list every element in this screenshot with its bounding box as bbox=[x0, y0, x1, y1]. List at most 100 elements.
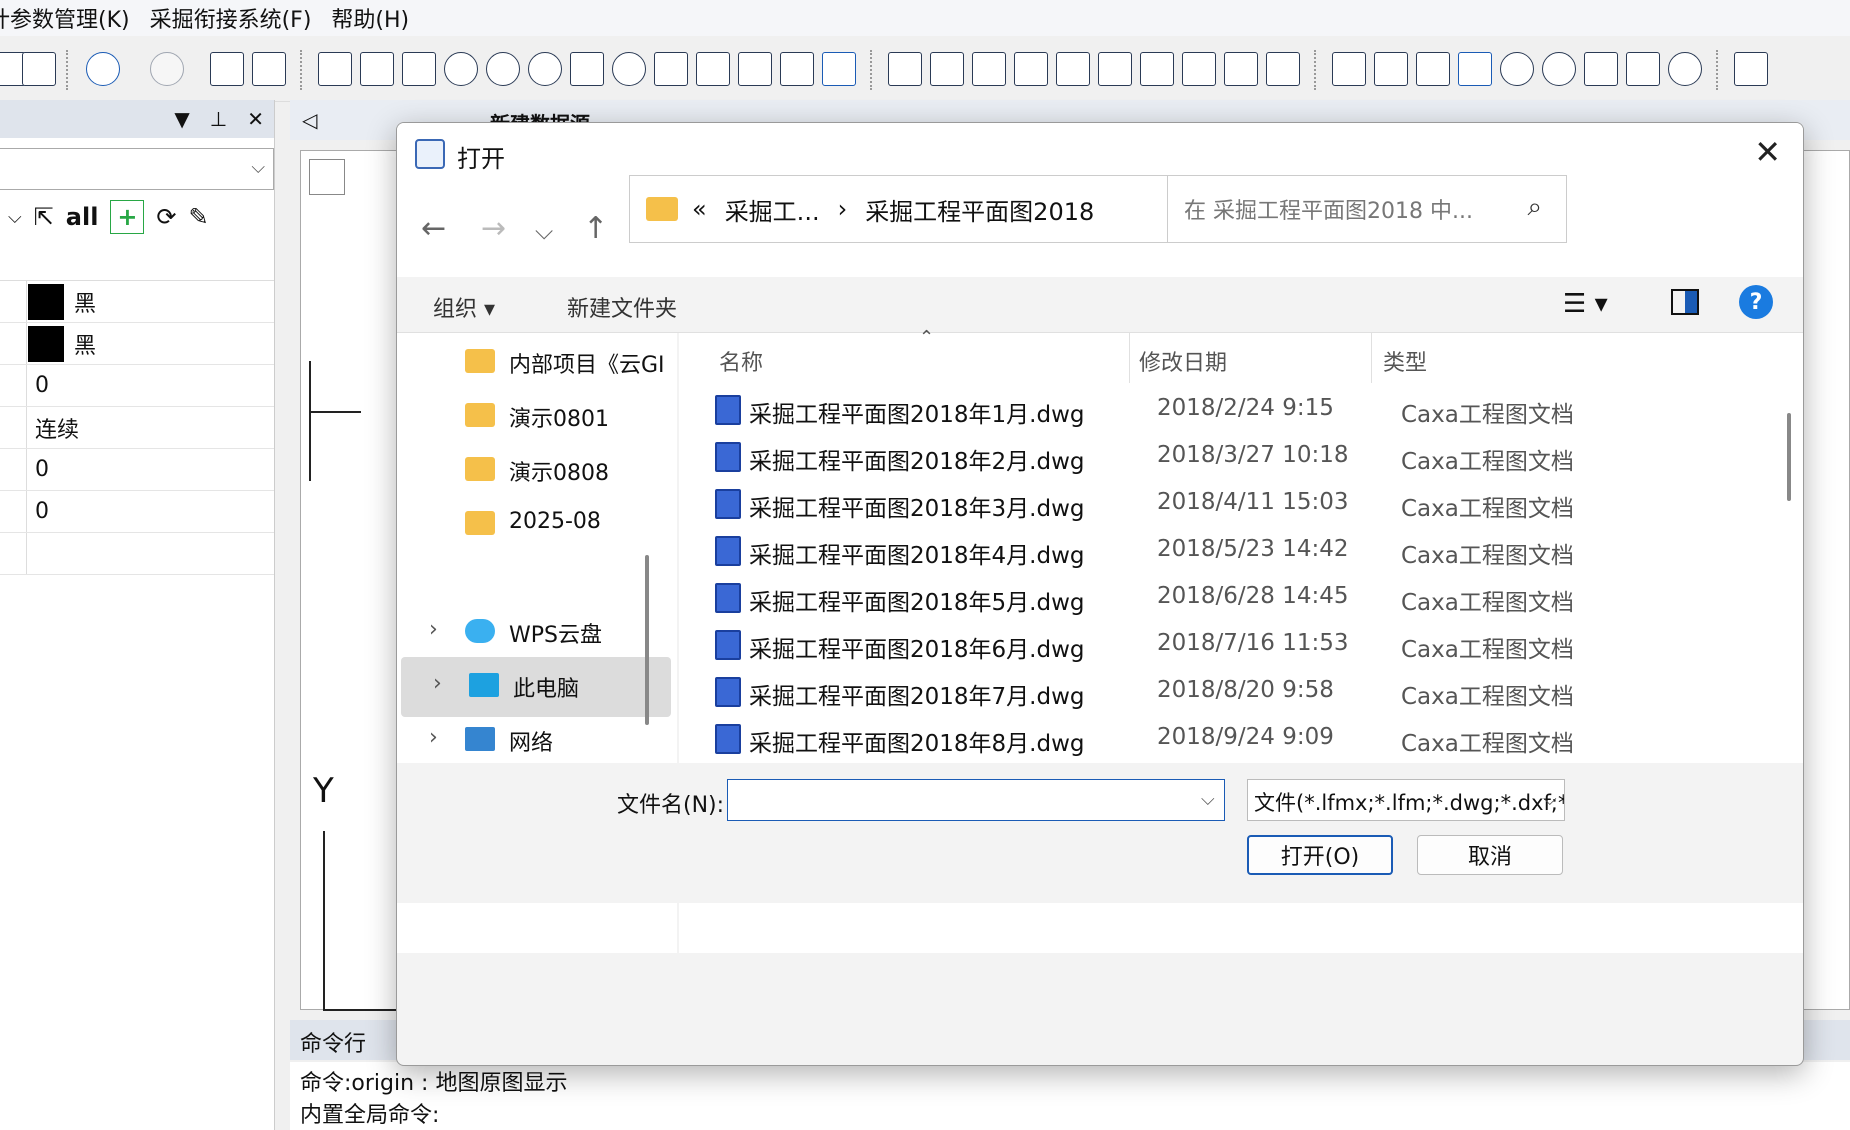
property-row[interactable]: 黑 bbox=[0, 323, 274, 365]
nav-item-wps[interactable]: › WPS云盘 bbox=[397, 603, 667, 663]
window-icon[interactable] bbox=[318, 52, 352, 86]
nav-item[interactable]: 内部项目《云GI bbox=[397, 333, 667, 393]
filetype-select[interactable]: 文件(*.lfmx;*.lfm;*.dwg;*.dxf;*. bbox=[1247, 779, 1565, 821]
preview-pane-icon[interactable] bbox=[1671, 289, 1699, 315]
menu-mining-link[interactable]: 采掘衔接系统(F) bbox=[150, 2, 332, 34]
column-date[interactable]: 修改日期 bbox=[1139, 345, 1227, 377]
chevron-down-icon[interactable]: ⌵ bbox=[1543, 789, 1557, 810]
up-arrow-icon[interactable]: ↑ bbox=[583, 211, 608, 246]
tab-scroll-left-icon[interactable]: ◁ bbox=[302, 108, 317, 132]
pan-hand-icon[interactable] bbox=[360, 52, 394, 86]
column-type[interactable]: 类型 bbox=[1383, 345, 1427, 377]
copy-shape-icon[interactable] bbox=[1098, 52, 1132, 86]
file-row[interactable]: 采掘工程平面图2018年2月.dwg 2018/3/27 10:18 Caxa工程图… bbox=[679, 432, 1769, 480]
property-row[interactable]: 0 bbox=[0, 449, 274, 491]
back-arrow-icon[interactable]: ← bbox=[421, 211, 446, 246]
pin-icon[interactable]: ⊥ bbox=[210, 107, 227, 131]
file-row[interactable]: 采掘工程平面图2018年7月.dwg 2018/8/20 9:58 Caxa工程图文… bbox=[679, 667, 1769, 715]
file-row[interactable]: 采掘工程平面图2018年6月.dwg 2018/7/16 11:53 Caxa工程图… bbox=[679, 620, 1769, 668]
dimension-icon[interactable] bbox=[1332, 52, 1366, 86]
select-icon[interactable]: ⇱ bbox=[34, 203, 54, 231]
property-row[interactable]: 连续 bbox=[0, 407, 274, 449]
file-list-vertical-scrollbar[interactable] bbox=[1787, 413, 1791, 501]
refresh-layer-icon[interactable]: ⟳ bbox=[156, 203, 176, 231]
recent-chevron-icon[interactable]: ⌵ bbox=[535, 217, 553, 245]
close-icon[interactable]: ✕ bbox=[1754, 133, 1781, 171]
property-row[interactable]: 黑 bbox=[0, 281, 274, 323]
chevron-down-icon[interactable]: ⌵ bbox=[1201, 789, 1215, 810]
breadcrumb-item[interactable]: 采掘工... bbox=[725, 192, 820, 227]
add-button[interactable]: + bbox=[110, 200, 145, 234]
zoom-window-icon[interactable] bbox=[528, 52, 562, 86]
chevron-right-icon[interactable]: › bbox=[429, 725, 438, 750]
window-close-icon[interactable] bbox=[1734, 52, 1768, 86]
nav-item-this-pc[interactable]: › 此电脑 bbox=[401, 657, 671, 717]
arrange-icon[interactable] bbox=[1140, 52, 1174, 86]
view-list-icon[interactable]: ☰ ▾ bbox=[1563, 289, 1608, 319]
profile-icon[interactable] bbox=[972, 52, 1006, 86]
pointer-icon[interactable] bbox=[402, 52, 436, 86]
nav-scrollbar[interactable] bbox=[645, 555, 649, 725]
breadcrumb-item[interactable]: 采掘工程平面图2018 bbox=[865, 192, 1094, 227]
edit-layer-icon[interactable]: ✎ bbox=[189, 203, 209, 231]
center-point-icon[interactable] bbox=[1668, 52, 1702, 86]
file-row[interactable]: 采掘工程平面图2018年1月.dwg 2018/2/24 9:15 Caxa工程图文… bbox=[679, 385, 1769, 433]
file-row[interactable]: 采掘工程平面图2018年5月.dwg 2018/6/28 14:45 Caxa工程图… bbox=[679, 573, 1769, 621]
grid-icon[interactable] bbox=[780, 52, 814, 86]
cancel-button[interactable]: 取消 bbox=[1417, 835, 1563, 875]
chevron-right-icon[interactable]: › bbox=[429, 617, 438, 642]
edit-note-icon[interactable] bbox=[1266, 52, 1300, 86]
file-row[interactable]: 采掘工程平面图2018年4月.dwg 2018/5/23 14:42 Caxa工程图… bbox=[679, 526, 1769, 574]
menu-help[interactable]: 帮助(H) bbox=[331, 2, 429, 34]
redo-icon[interactable] bbox=[150, 52, 184, 86]
table-icon[interactable] bbox=[822, 52, 856, 86]
undo-icon[interactable] bbox=[86, 52, 120, 86]
hatch-icon[interactable] bbox=[738, 52, 772, 86]
column-divider[interactable] bbox=[1129, 333, 1130, 383]
zoom-out-icon[interactable] bbox=[486, 52, 520, 86]
close-icon[interactable]: ✕ bbox=[247, 107, 264, 131]
nav-item-network[interactable]: › 网络 bbox=[397, 711, 667, 771]
help-icon[interactable]: ? bbox=[1739, 285, 1773, 319]
nav-item[interactable]: 演示0801 bbox=[397, 387, 667, 447]
canvas-tool-icon[interactable] bbox=[309, 159, 345, 195]
property-row[interactable]: 0 bbox=[0, 365, 274, 407]
node-icon[interactable] bbox=[1458, 52, 1492, 86]
circle-icon[interactable] bbox=[1500, 52, 1534, 86]
organize-button[interactable]: 组织 ▾ bbox=[433, 291, 495, 323]
layer-combo[interactable]: ⌵ bbox=[0, 148, 274, 190]
file-row[interactable]: 采掘工程平面图2018年8月.dwg 2018/9/24 9:09 Caxa工程图文… bbox=[679, 714, 1769, 762]
scale-1-1-icon[interactable] bbox=[570, 52, 604, 86]
circle-slash-icon[interactable] bbox=[1542, 52, 1576, 86]
column-divider[interactable] bbox=[1371, 333, 1372, 383]
search-input[interactable]: 在 采掘工程平面图2018 中... ⌕ bbox=[1167, 175, 1567, 243]
triangle-icon[interactable] bbox=[1584, 52, 1618, 86]
send-back-icon[interactable] bbox=[1224, 52, 1258, 86]
angle-icon[interactable] bbox=[1056, 52, 1090, 86]
bring-front-icon[interactable] bbox=[1182, 52, 1216, 86]
measure-area-icon[interactable] bbox=[930, 52, 964, 86]
line-icon[interactable] bbox=[1374, 52, 1408, 86]
measure-length-icon[interactable] bbox=[888, 52, 922, 86]
paste-icon[interactable] bbox=[22, 52, 56, 86]
new-folder-button[interactable]: 新建文件夹 bbox=[567, 291, 677, 323]
chevron-down-icon[interactable]: ⌵ bbox=[8, 207, 22, 228]
map-search-icon[interactable] bbox=[654, 52, 688, 86]
property-row[interactable]: 0 bbox=[0, 491, 274, 533]
chevron-right-icon[interactable]: › bbox=[433, 671, 442, 696]
eraser-icon[interactable] bbox=[252, 52, 286, 86]
nav-item[interactable]: 2025-08 bbox=[397, 495, 667, 555]
brush-icon[interactable] bbox=[210, 52, 244, 86]
layer-icon[interactable] bbox=[696, 52, 730, 86]
nav-item[interactable]: 演示0808 bbox=[397, 441, 667, 501]
file-row[interactable]: 采掘工程平面图2018年3月.dwg 2018/4/11 15:03 Caxa工程图… bbox=[679, 479, 1769, 527]
menu-param-mgmt[interactable]: 计参数管理(K) bbox=[0, 2, 150, 34]
filename-input[interactable] bbox=[727, 779, 1225, 821]
all-button[interactable]: all bbox=[66, 203, 99, 231]
dropdown-icon[interactable]: ▼ bbox=[174, 107, 189, 131]
arc-icon[interactable] bbox=[1416, 52, 1450, 86]
open-button[interactable]: 打开(O) bbox=[1247, 835, 1393, 875]
column-name[interactable]: 名称 bbox=[719, 345, 763, 377]
volume-icon[interactable] bbox=[1014, 52, 1048, 86]
curve-icon[interactable] bbox=[1626, 52, 1660, 86]
